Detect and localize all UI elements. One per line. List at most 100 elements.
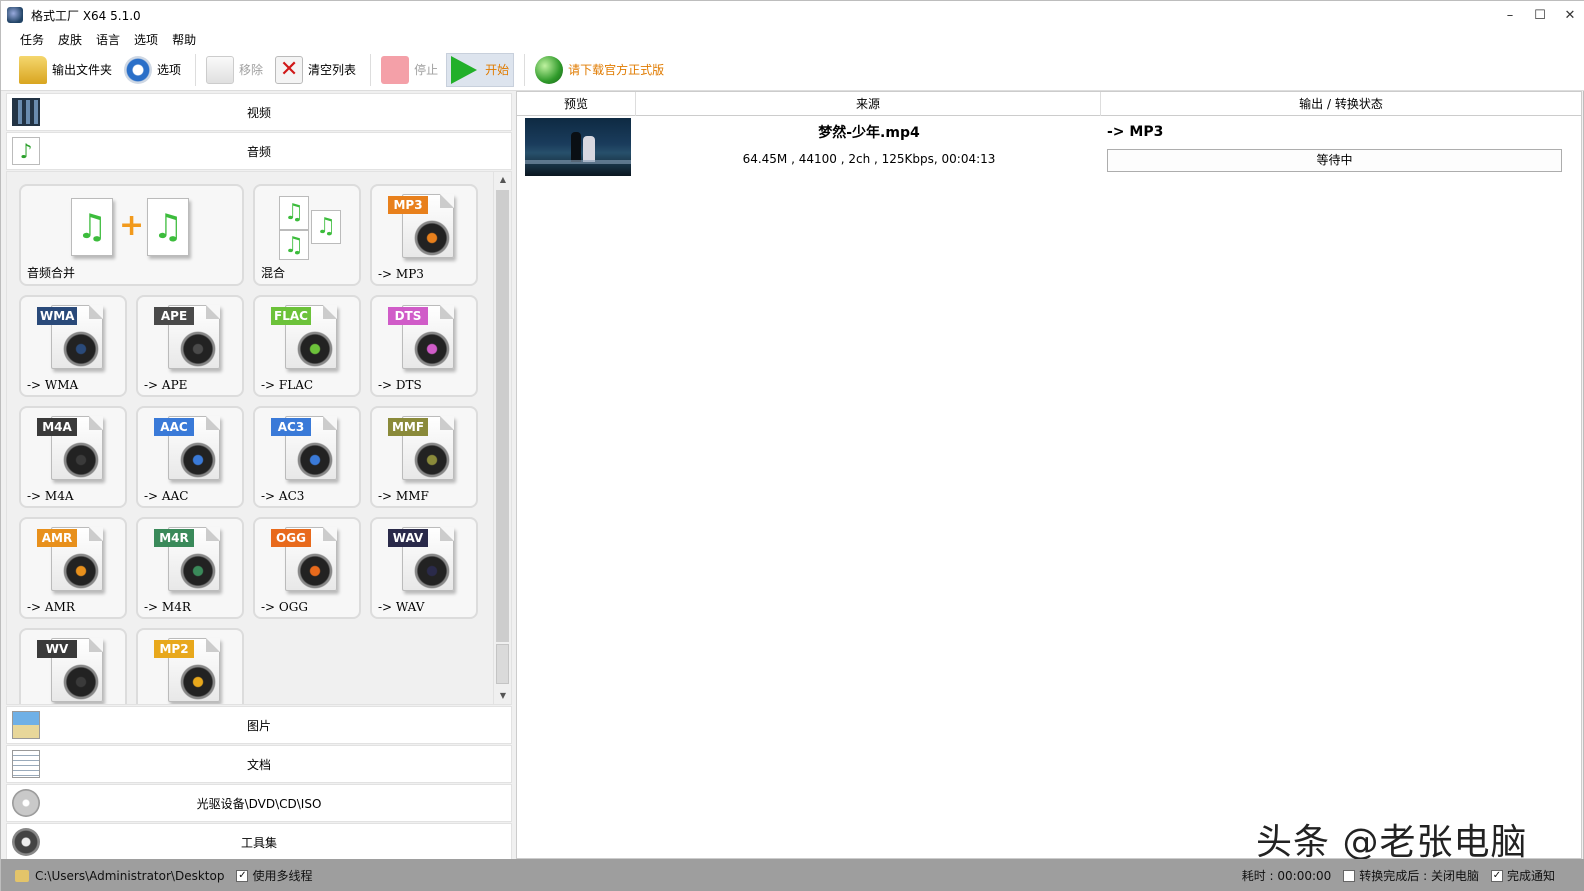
watermark: 头条 @老张电脑	[1256, 822, 1528, 863]
column-preview[interactable]: 预览	[517, 92, 636, 116]
conversion-status: 等待中	[1107, 149, 1562, 172]
audio-tile[interactable]: APE -> APE	[136, 295, 244, 397]
category-disc-drive[interactable]: 光驱设备\DVD\CD\ISO	[6, 784, 512, 822]
category-label: 工具集	[240, 835, 277, 850]
ac3-file-icon	[297, 442, 333, 478]
category-audio[interactable]: ♪ 音频	[6, 132, 512, 170]
column-source[interactable]: 来源	[636, 92, 1101, 116]
audio-tile-label: -> AC3	[261, 489, 305, 503]
category-video[interactable]: 视频	[6, 93, 512, 131]
clear-list-icon: ✕	[275, 55, 304, 84]
menu-options[interactable]: 选项	[127, 31, 165, 48]
mp2-file-icon	[180, 664, 216, 700]
status-right: 耗时 : 00:00:00 转换完成后 : 关闭电脑 ✓ 完成通知	[1242, 867, 1555, 884]
audio-tile[interactable]: ♫ ♫ ♫ 混合	[253, 184, 361, 286]
source-filename: 梦然-少年.mp4	[818, 125, 920, 141]
format-badge: AC3	[271, 418, 311, 436]
audio-tile[interactable]: MP2	[136, 628, 244, 704]
category-document[interactable]: 文档	[6, 745, 512, 783]
folder-icon	[19, 55, 47, 84]
scrollbar-thumb[interactable]	[496, 644, 509, 684]
remove-button[interactable]: 移除	[202, 53, 267, 87]
audio-tile-label: 混合	[261, 266, 286, 280]
audio-tile-label: -> WMA	[27, 378, 79, 392]
ogg-file-icon	[297, 553, 333, 589]
audio-tile[interactable]: OGG -> OGG	[253, 517, 361, 619]
category-label: 文档	[246, 757, 271, 772]
audio-tile[interactable]: FLAC -> FLAC	[253, 295, 361, 397]
format-badge: MMF	[388, 418, 428, 436]
audio-tile-label: -> AMR	[27, 600, 75, 614]
dts-file-icon	[414, 331, 450, 367]
format-badge: APE	[154, 307, 194, 325]
maximize-button[interactable]: ☐	[1525, 1, 1555, 29]
download-official-link[interactable]: 请下载官方正式版	[531, 53, 668, 87]
multithread-checkbox[interactable]: ✓	[236, 869, 249, 882]
menu-skin[interactable]: 皮肤	[51, 31, 89, 48]
music-file-icon: ♫	[279, 230, 309, 260]
format-badge: OGG	[271, 529, 311, 547]
format-factory-window: 格式工厂 X64 5.1.0 – ☐ ✕ 任务 皮肤 语言 选项 帮助 输出文件…	[0, 0, 1584, 891]
options-label: 选项	[157, 63, 182, 77]
scroll-up-arrow-icon[interactable]: ▲	[494, 172, 511, 188]
menu-language[interactable]: 语言	[89, 31, 127, 48]
output-folder-button[interactable]: 输出文件夹	[15, 53, 116, 87]
scrollbar-track	[496, 190, 509, 642]
audio-format-grid: ♫ + ♫ 音频合并 ♫ ♫ ♫ 混合 MP3 -> MP3 WMA -> WMA APE -> APE F…	[6, 171, 512, 705]
elapsed-time: 耗时 : 00:00:00	[1241, 869, 1332, 883]
audio-tile[interactable]: WV	[19, 628, 127, 704]
audio-tile[interactable]: AAC -> AAC	[136, 406, 244, 508]
audio-tile[interactable]: WMA -> WMA	[19, 295, 127, 397]
menu-task[interactable]: 任务	[13, 31, 51, 48]
audio-tile[interactable]: MMF -> MMF	[370, 406, 478, 508]
start-button[interactable]: 开始	[446, 52, 515, 87]
mp3-file-icon	[414, 220, 450, 256]
audio-tile[interactable]: DTS -> DTS	[370, 295, 478, 397]
audio-tile-label: -> M4R	[144, 600, 191, 614]
stop-button[interactable]: 停止	[377, 53, 442, 87]
menu-bar: 任务 皮肤 语言 选项 帮助	[1, 29, 1584, 49]
format-badge: WV	[37, 640, 77, 658]
menu-help[interactable]: 帮助	[165, 31, 203, 48]
audio-tile[interactable]: AC3 -> AC3	[253, 406, 361, 508]
music-file-icon: ♫	[279, 196, 309, 230]
download-official-label: 请下载官方正式版	[568, 63, 665, 77]
output-path[interactable]: C:\Users\Administrator\Desktop	[35, 869, 224, 883]
video-preview-thumbnail	[525, 118, 631, 176]
multithread-label: 使用多线程	[252, 869, 313, 883]
options-button[interactable]: 选项	[120, 53, 185, 87]
after-done-checkbox[interactable]	[1343, 869, 1356, 882]
audio-tile-label: -> AAC	[144, 489, 189, 503]
title-bar: 格式工厂 X64 5.1.0 – ☐ ✕	[1, 1, 1584, 29]
category-tools[interactable]: 工具集	[6, 823, 512, 861]
window-title: 格式工厂 X64 5.1.0	[31, 8, 141, 23]
format-badge: AMR	[37, 529, 77, 547]
window-controls: – ☐ ✕	[1495, 1, 1584, 29]
format-badge: MP3	[388, 196, 428, 214]
column-output-status[interactable]: 输出 / 转换状态	[1101, 92, 1581, 116]
format-badge: WMA	[37, 307, 78, 325]
close-button[interactable]: ✕	[1555, 1, 1584, 29]
output-target: -> MP3	[1107, 124, 1164, 140]
audio-tile[interactable]: AMR -> AMR	[19, 517, 127, 619]
minimize-button[interactable]: –	[1495, 1, 1525, 29]
audio-tile[interactable]: M4R -> M4R	[136, 517, 244, 619]
task-list-panel: 预览 来源 输出 / 转换状态 梦然-少年.mp4 64.45M , 44100…	[516, 91, 1582, 859]
format-badge: MP2	[154, 640, 194, 658]
audio-tile[interactable]: MP3 -> MP3	[370, 184, 478, 286]
task-row[interactable]: 梦然-少年.mp4 64.45M , 44100 , 2ch , 125Kbps…	[517, 116, 1581, 180]
audio-tile-label: -> MMF	[378, 489, 429, 503]
notify-checkbox[interactable]: ✓	[1490, 869, 1503, 882]
audio-tile[interactable]: WAV -> WAV	[370, 517, 478, 619]
audio-tile-label: -> APE	[144, 378, 188, 392]
audio-tile[interactable]: ♫ + ♫ 音频合并	[19, 184, 244, 286]
wma-file-icon	[63, 331, 99, 367]
task-list-header: 预览 来源 输出 / 转换状态	[517, 92, 1581, 116]
format-badge: M4A	[37, 418, 77, 436]
scroll-down-arrow-icon[interactable]: ▼	[494, 688, 511, 704]
audio-tile[interactable]: M4A -> M4A	[19, 406, 127, 508]
clear-list-button[interactable]: ✕ 清空列表	[271, 53, 360, 87]
category-picture[interactable]: 图片	[6, 706, 512, 744]
app-icon	[7, 7, 23, 23]
grid-scrollbar[interactable]: ▲ ▼	[493, 172, 511, 704]
